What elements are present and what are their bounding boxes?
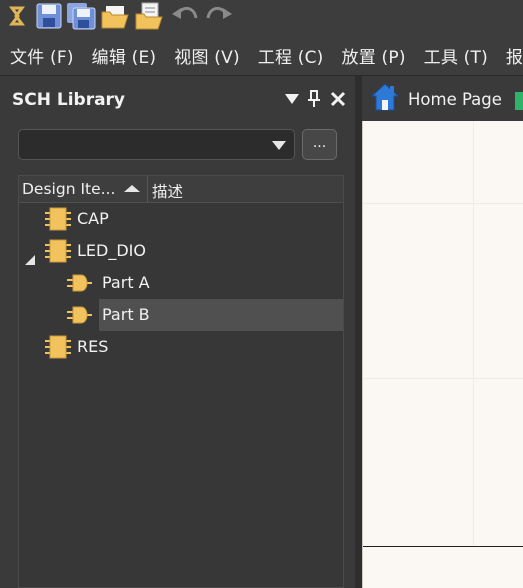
list-item[interactable]: CAP: [19, 203, 343, 235]
menu-view[interactable]: 视图 (V): [164, 43, 248, 68]
column-header-description[interactable]: 描述: [152, 180, 183, 202]
next-tab-icon[interactable]: [515, 92, 523, 110]
menu-file[interactable]: 文件 (F): [0, 43, 82, 68]
sch-library-panel: SCH Library ... Design Ite... 描述 CAP LED…: [0, 76, 360, 588]
component-icon: [44, 239, 72, 263]
list-header: Design Ite... 描述: [19, 176, 343, 203]
menu-edit[interactable]: 编辑 (E): [82, 43, 165, 68]
menu-bar: 文件 (F) 编辑 (E) 视图 (V) 工程 (C) 放置 (P) 工具 (T…: [0, 36, 523, 76]
open-folder-icon[interactable]: [100, 2, 130, 30]
close-icon[interactable]: [328, 88, 348, 110]
list-item[interactable]: LED_DIO: [19, 235, 343, 267]
sheet-grid-line: [363, 378, 523, 379]
item-label: Part A: [102, 273, 150, 292]
menu-project[interactable]: 工程 (C): [248, 43, 332, 68]
column-header-design-item[interactable]: Design Ite...: [22, 180, 115, 198]
schematic-sheet[interactable]: [362, 121, 523, 588]
menu-place[interactable]: 放置 (P): [332, 43, 414, 68]
menu-reports[interactable]: 报告: [496, 43, 523, 68]
sheet-border-line: [363, 546, 523, 547]
tab-label: Home Page: [408, 89, 502, 109]
part-icon: [67, 274, 93, 292]
redo-icon[interactable]: [204, 2, 234, 30]
pin-icon[interactable]: [304, 88, 324, 110]
open-document-icon[interactable]: [134, 2, 164, 30]
item-label: CAP: [77, 209, 109, 228]
sheet-grid-line: [363, 203, 523, 204]
list-item-selected[interactable]: Part B: [67, 299, 343, 331]
undo-icon[interactable]: [170, 2, 200, 30]
home-icon: [370, 82, 400, 116]
panel-title: SCH Library: [12, 90, 126, 110]
panel-header: SCH Library: [0, 84, 355, 114]
save-all-icon[interactable]: [66, 2, 96, 30]
library-dropdown[interactable]: [18, 129, 295, 160]
toolbar: [0, 0, 523, 36]
component-icon: [44, 207, 72, 231]
column-divider[interactable]: [147, 176, 148, 203]
design-items-list[interactable]: Design Ite... 描述 CAP LED_DIO Part A Part…: [18, 175, 344, 588]
app-logo-icon[interactable]: [2, 2, 32, 30]
tab-home-page[interactable]: Home Page: [370, 82, 502, 116]
part-icon: [67, 306, 93, 324]
document-tab-bar: Home Page: [362, 76, 523, 121]
sheet-grid-line: [473, 121, 474, 546]
expand-triangle-icon[interactable]: [25, 250, 35, 269]
item-label: LED_DIO: [77, 241, 146, 260]
browse-button[interactable]: ...: [302, 129, 337, 160]
panel-menu-icon[interactable]: [282, 88, 302, 110]
sort-ascending-icon[interactable]: [124, 185, 140, 192]
save-icon[interactable]: [34, 2, 64, 30]
list-item[interactable]: Part A: [67, 267, 343, 299]
list-item[interactable]: RES: [19, 331, 343, 363]
panel-splitter[interactable]: [355, 76, 362, 588]
component-icon: [44, 335, 72, 359]
chevron-down-icon: [272, 141, 286, 150]
menu-tools[interactable]: 工具 (T): [414, 43, 496, 68]
item-label: RES: [77, 337, 109, 356]
item-label: Part B: [102, 305, 150, 324]
